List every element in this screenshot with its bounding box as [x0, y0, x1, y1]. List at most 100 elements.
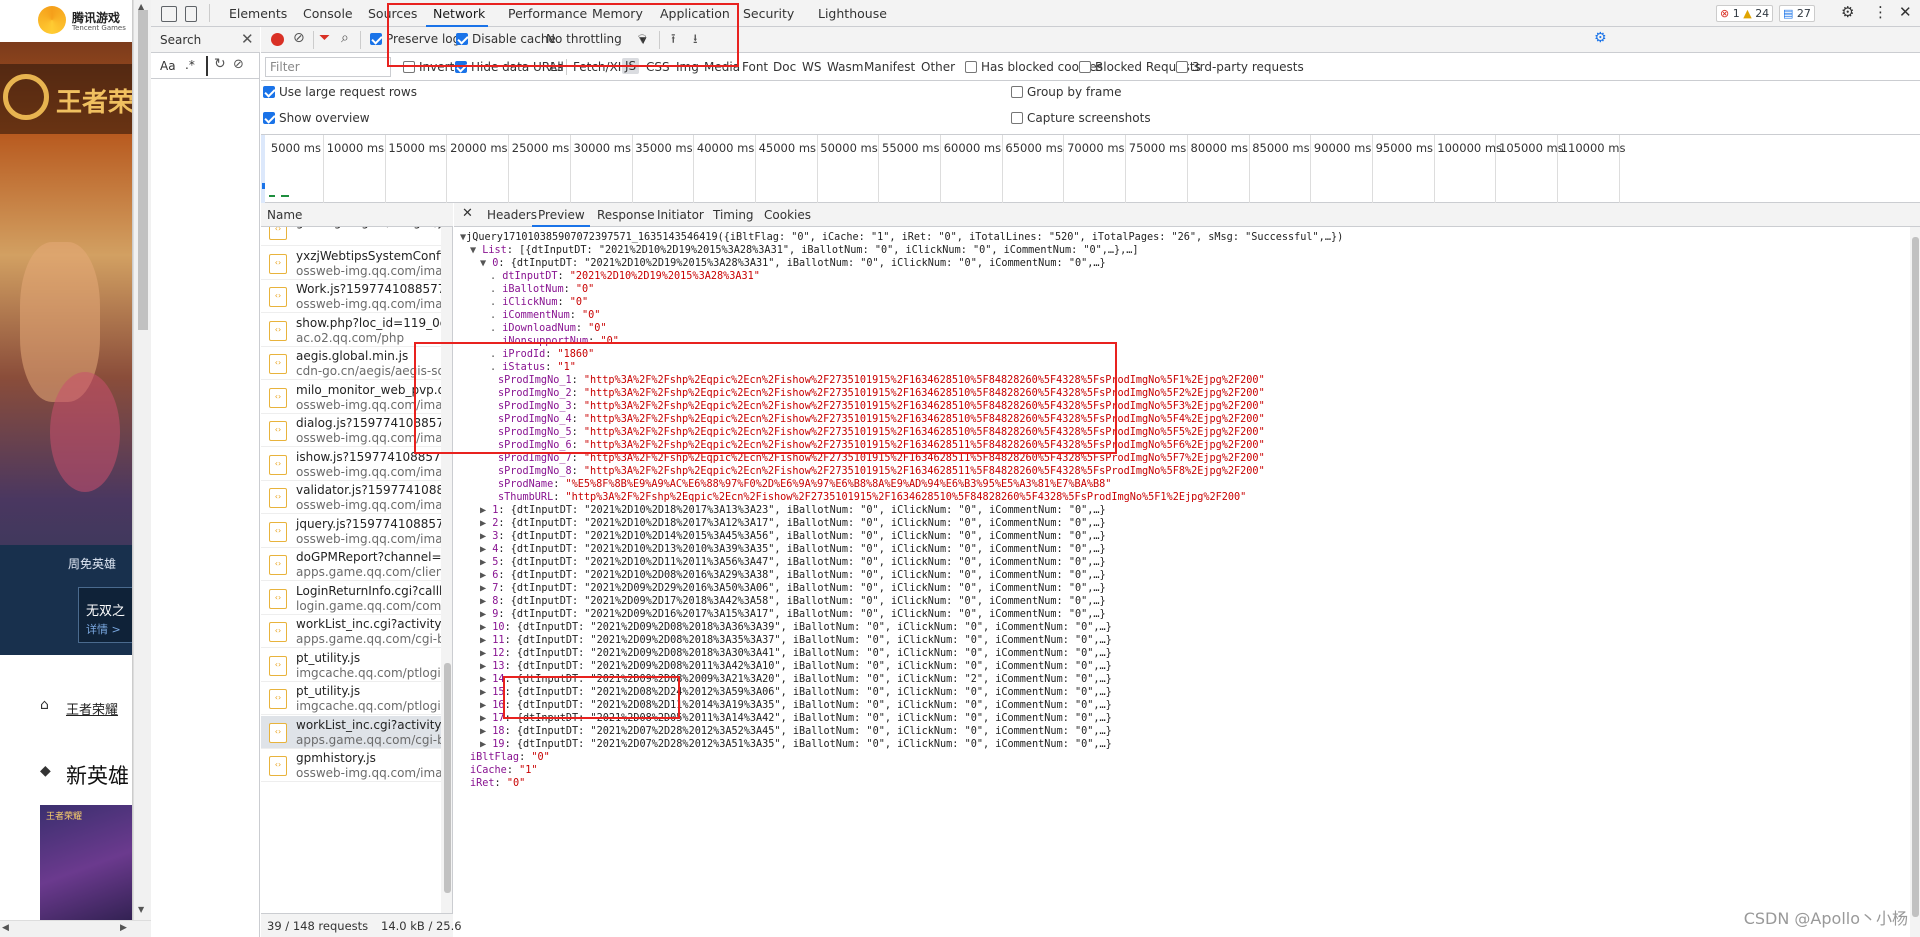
preview-scrollbar[interactable]	[1910, 227, 1920, 937]
settings-gear-icon[interactable]: ⚙	[1841, 3, 1854, 21]
request-row[interactable]: ‹› pt_utility.js imgcache.qq.com/ptlogin/	[261, 649, 441, 682]
network-settings-icon[interactable]: ⚙	[1594, 30, 1607, 46]
capture-screenshots-checkbox[interactable]: Capture screenshots	[1011, 111, 1151, 125]
json-item[interactable]: ▶ 4: {dtInputDT: "2021%2D10%2D13%2010%3A…	[480, 543, 1106, 556]
json-root[interactable]: ▼jQuery17101038590707239757­1_1635143546…	[460, 231, 1343, 244]
json-item[interactable]: ▶ 10: {dtInputDT: "2021%2D09%2D08%2018%3…	[480, 621, 1112, 634]
regex-toggle[interactable]: .*	[185, 58, 195, 72]
json-field[interactable]: . dtInputDT: "2021%2D10%2D19%2015%3A28%3…	[490, 270, 760, 283]
json-item[interactable]: ▶ 12: {dtInputDT: "2021%2D09%2D08%2018%3…	[480, 647, 1112, 660]
json-item[interactable]: ▶ 18: {dtInputDT: "2021%2D07%2D28%2012%3…	[480, 725, 1112, 738]
page-scroll-thumb[interactable]	[138, 10, 148, 330]
issues-badge[interactable]: ⊗ 1 ▲ 24	[1716, 5, 1774, 22]
json-field[interactable]: iCache: "1"	[470, 764, 538, 777]
json-field[interactable]: . iDownloadNum: "0"	[490, 322, 607, 335]
filter-font[interactable]: Font	[742, 60, 768, 74]
json-item[interactable]: ▶ 6: {dtInputDT: "2021%2D10%2D08%2016%3A…	[480, 569, 1106, 582]
script-file-icon: ‹›	[269, 689, 287, 709]
json-field[interactable]: sThumbURL: "http%3A%2F%2Fshp%2Eqpic%2Ecn…	[498, 491, 1246, 504]
network-overview[interactable]: 5000 ms 10000 ms 15000 ms 20000 ms 25000 ms 3…	[261, 135, 1920, 203]
json-field[interactable]: iRet: "0"	[470, 777, 525, 790]
json-item[interactable]: ▶ 13: {dtInputDT: "2021%2D09%2D08%2011%3…	[480, 660, 1112, 673]
json-field[interactable]: . iCommentNum: "0"	[490, 309, 600, 322]
request-row[interactable]: ‹› jquery.js?1597741088577 ossweb-img.qq.c…	[261, 515, 441, 548]
show-overview-checkbox[interactable]: Show overview	[263, 111, 370, 125]
close-devtools-icon[interactable]: ✕	[1899, 3, 1912, 21]
tab-headers[interactable]: Headers	[487, 208, 537, 222]
tab-response[interactable]: Response	[597, 208, 655, 222]
json-item[interactable]: ▶ 3: {dtInputDT: "2021%2D10%2D14%2015%3A…	[480, 530, 1106, 543]
tab-lighthouse[interactable]: Lighthouse	[818, 6, 887, 21]
json-item[interactable]: ▶ 2: {dtInputDT: "2021%2D10%2D18%2017%3A…	[480, 517, 1106, 530]
tab-preview[interactable]: Preview	[538, 208, 585, 222]
page-scrollbar[interactable]: ▲ ▼	[133, 0, 151, 937]
json-item[interactable]: ▶ 9: {dtInputDT: "2021%2D09%2D16%2017%3A…	[480, 608, 1106, 621]
group-by-frame-checkbox[interactable]: Group by frame	[1011, 85, 1121, 99]
request-row[interactable]: ‹› yxzjWebtipsSystemConfig.jsossweb-img.q…	[261, 247, 441, 280]
search-icon[interactable]: ⌕	[341, 30, 349, 46]
filter-input[interactable]: Filter	[265, 57, 391, 77]
breadcrumb-link[interactable]: 王者荣耀	[66, 699, 118, 718]
request-row[interactable]: ‹› doGPMReport?channel=3...apps.game.qq.c…	[261, 548, 441, 581]
inspect-element-icon[interactable]	[161, 6, 177, 22]
request-row[interactable]: ‹› gpmhistory.jsossweb-img.qq.com/images	[261, 749, 441, 782]
request-row[interactable]: ‹› validator.js?1597741088577ossweb-img.q…	[261, 481, 441, 514]
search-input[interactable]	[206, 56, 208, 76]
clear-icon[interactable]: ⊘	[233, 57, 244, 72]
filter-ws[interactable]: WS	[802, 60, 821, 74]
tencent-games-logo[interactable]: 腾讯游戏 Tencent Games	[0, 0, 132, 42]
messages-badge[interactable]: ▤ 27	[1779, 5, 1815, 22]
json-item-0[interactable]: ▼ 0: {dtInputDT: "2021%2D10%2D19%2015%3A…	[480, 257, 1106, 270]
device-toolbar-icon[interactable]	[185, 6, 197, 22]
name-column-header[interactable]: Name	[261, 203, 453, 227]
json-field[interactable]: iBltFlag: "0"	[470, 751, 550, 764]
more-options-icon[interactable]: ⋮	[1873, 3, 1888, 21]
request-row[interactable]: ‹› Work.js?1597741088577 ossweb-img.qq.com…	[261, 280, 441, 313]
close-details-icon[interactable]: ✕	[462, 206, 473, 221]
home-icon[interactable]: ⌂	[40, 697, 49, 713]
filter-wasm[interactable]: Wasm	[827, 60, 863, 74]
request-row[interactable]: ‹› pt_utility.js imgcache.qq.com/ptlogin/	[261, 682, 441, 715]
json-item[interactable]: ▶ 19: {dtInputDT: "2021%2D07%2D28%2012%3…	[480, 738, 1112, 751]
json-item[interactable]: ▶ 1: {dtInputDT: "2021%2D10%2D18%2017%3A…	[480, 504, 1106, 517]
scroll-right-icon[interactable]: ▶	[120, 923, 127, 933]
large-rows-checkbox[interactable]: Use large request rows	[263, 85, 417, 99]
close-search-icon[interactable]: ✕	[241, 30, 254, 48]
json-item[interactable]: ▶ 8: {dtInputDT: "2021%2D09%2D17%2018%3A…	[480, 595, 1106, 608]
request-row[interactable]: ‹› workList_inc.cgi?activityId=apps.game.…	[261, 615, 441, 648]
tab-elements[interactable]: Elements	[229, 6, 287, 21]
preview-scroll-thumb[interactable]	[1912, 237, 1919, 917]
tab-security[interactable]: Security	[743, 6, 794, 21]
tab-timing[interactable]: Timing	[713, 208, 754, 222]
tab-cookies[interactable]: Cookies	[764, 208, 811, 222]
clear-log-icon[interactable]: ⊘	[293, 30, 305, 46]
json-item[interactable]: ▶ 5: {dtInputDT: "2021%2D10%2D11%2011%3A…	[480, 556, 1106, 569]
json-field[interactable]: sProdName: "%E5%8F%8B%E9%A9%AC%E6%88%97%…	[498, 478, 1111, 491]
record-icon[interactable]	[271, 33, 284, 46]
details-link[interactable]: 详情 >	[86, 621, 121, 637]
hero-thumbnail[interactable]: 王者荣耀	[40, 805, 132, 930]
json-image-field[interactable]: sProdImgNo_8: "http%3A%2F%2Fshp%2Eqpic%2…	[498, 465, 1265, 478]
third-party-checkbox[interactable]: 3rd-party requests	[1176, 60, 1304, 74]
tab-console[interactable]: Console	[303, 6, 353, 21]
request-row[interactable]: ‹› workList_inc.cgi?activityId=apps.game.…	[261, 715, 441, 749]
request-row[interactable]: ‹› game.gtimg.cn/images/js/...	[261, 227, 441, 246]
request-row[interactable]: ‹› LoginReturnInfo.cgi?callbacklogin.game…	[261, 582, 441, 615]
filter-manifest[interactable]: Manifest	[864, 60, 915, 74]
match-case-toggle[interactable]: Aa	[160, 59, 176, 73]
scroll-left-icon[interactable]: ◀	[2, 923, 9, 933]
filter-doc[interactable]: Doc	[773, 60, 796, 74]
scroll-down-icon[interactable]: ▼	[138, 905, 144, 914]
filter-icon[interactable]: ⏷	[319, 30, 330, 46]
game-brand[interactable]: 王者荣	[0, 64, 132, 134]
json-item[interactable]: ▶ 7: {dtInputDT: "2021%2D09%2D29%2016%3A…	[480, 582, 1106, 595]
filter-other[interactable]: Other	[921, 60, 955, 74]
json-list[interactable]: ▼ List: [{dtInputDT: "2021%2D10%2D19%201…	[470, 244, 1139, 257]
json-item[interactable]: ▶ 11: {dtInputDT: "2021%2D09%2D08%2018%3…	[480, 634, 1112, 647]
tab-initiator[interactable]: Initiator	[657, 208, 704, 222]
json-field[interactable]: . iBallotNum: "0"	[490, 283, 594, 296]
json-field[interactable]: . iClickNum: "0"	[490, 296, 588, 309]
list-scroll-thumb[interactable]	[444, 663, 451, 893]
page-hscrollbar[interactable]: ◀ ▶	[0, 920, 151, 937]
refresh-icon[interactable]: ↻	[214, 56, 226, 72]
